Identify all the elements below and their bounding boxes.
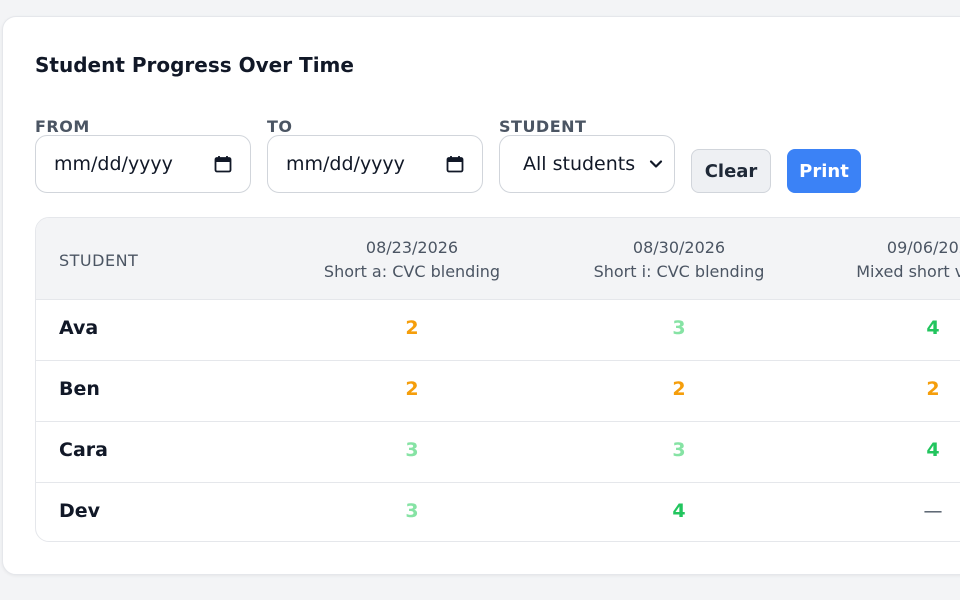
score-cell: 3: [405, 500, 419, 522]
from-date-input[interactable]: mm/dd/yyyy: [35, 135, 251, 193]
clear-button[interactable]: Clear: [691, 149, 771, 193]
score-cell: 2: [926, 378, 940, 400]
column-lesson: Short a: CVC blending: [323, 262, 501, 281]
student-name: Ben: [59, 378, 100, 400]
score-cell: 4: [672, 500, 686, 522]
score-cell: 2: [405, 378, 419, 400]
score-cell: 2: [405, 317, 419, 339]
progress-card: Student Progress Over Time FROM TO STUDE…: [2, 16, 960, 575]
score-cell: 4: [926, 317, 940, 339]
column-header: 09/06/2026 Mixed short vowels: [803, 236, 960, 284]
student-name: Cara: [59, 439, 108, 461]
student-column-header: STUDENT: [59, 251, 139, 270]
from-date-value: mm/dd/yyyy: [54, 153, 173, 175]
column-date: 08/23/2026: [365, 238, 459, 257]
score-cell: 3: [405, 439, 419, 461]
chevron-down-icon: [648, 156, 664, 172]
table-row: Ben 2 2 2: [36, 361, 960, 422]
student-select[interactable]: All students: [499, 135, 675, 193]
student-label: STUDENT: [499, 117, 587, 136]
student-select-value: All students: [523, 153, 636, 175]
column-header: 08/30/2026 Short i: CVC blending: [549, 236, 809, 284]
to-label: TO: [267, 117, 293, 136]
score-cell: 3: [672, 439, 686, 461]
table-header: STUDENT 08/23/2026 Short a: CVC blending…: [36, 218, 960, 300]
column-date: 09/06/2026: [886, 238, 960, 257]
student-name: Dev: [59, 500, 101, 522]
score-cell: 4: [926, 439, 940, 461]
table-row: Cara 3 3 4: [36, 422, 960, 483]
column-header: 08/23/2026 Short a: CVC blending: [282, 236, 542, 284]
to-date-value: mm/dd/yyyy: [286, 153, 405, 175]
column-lesson: Mixed short vowels: [856, 262, 960, 281]
student-name: Ava: [59, 317, 99, 339]
page-title: Student Progress Over Time: [35, 53, 354, 77]
column-date: 08/30/2026: [632, 238, 726, 257]
score-cell: 3: [672, 317, 686, 339]
column-lesson: Short i: CVC blending: [593, 262, 765, 281]
table-row: Dev 3 4 —: [36, 483, 960, 541]
calendar-icon[interactable]: [214, 155, 232, 173]
print-button[interactable]: Print: [787, 149, 861, 193]
from-label: FROM: [35, 117, 90, 136]
score-cell: —: [923, 500, 943, 522]
table-row: Ava 2 3 4: [36, 300, 960, 361]
calendar-icon[interactable]: [446, 155, 464, 173]
to-date-input[interactable]: mm/dd/yyyy: [267, 135, 483, 193]
score-cell: 2: [672, 378, 686, 400]
progress-table: STUDENT 08/23/2026 Short a: CVC blending…: [35, 217, 960, 542]
